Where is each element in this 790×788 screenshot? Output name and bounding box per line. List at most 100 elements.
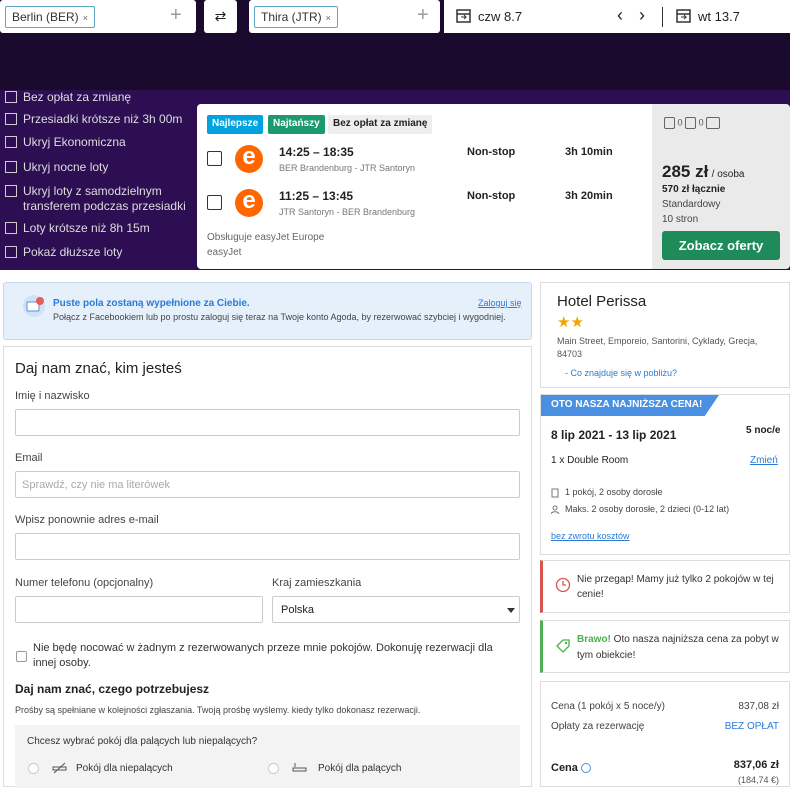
smoking-icon: [292, 763, 307, 772]
remove-origin-icon[interactable]: ×: [83, 13, 88, 23]
lowest-price-text: Brawo! Oto nasza najniższa cena za pobyt…: [577, 634, 779, 661]
flight-result-card[interactable]: Najlepsze Najtańszy Bez opłat za zmianę …: [197, 104, 652, 269]
smoking-radio[interactable]: [268, 763, 279, 774]
email-input[interactable]: Sprawdź, czy nie ma literówek: [15, 471, 520, 498]
remove-destination-icon[interactable]: ×: [326, 13, 331, 23]
fare-class: Standardowy: [662, 199, 721, 210]
baggage-info: 0 0: [664, 117, 721, 129]
filter-checkbox[interactable]: [5, 113, 17, 125]
outbound-duration: 3h 10min: [565, 146, 613, 158]
price-amount: 285 zł: [662, 162, 709, 181]
nearby-link[interactable]: - Co znajduje się w pobliżu?: [565, 368, 677, 378]
origin-field[interactable]: Berlin (BER) × +: [0, 0, 196, 33]
add-destination-icon[interactable]: +: [417, 4, 429, 27]
max-occupancy: Maks. 2 osoby dorosłe, 2 dzieci (0-12 la…: [565, 504, 730, 514]
destination-chip[interactable]: Thira (JTR) ×: [254, 6, 338, 28]
stay-dates: 8 lip 2021 - 13 lip 2021: [551, 428, 677, 442]
needs-text: Prośby są spełniane w kolejności zgłasza…: [15, 705, 421, 715]
room-price-label: Cena (1 pokój x 5 noce/y): [551, 701, 665, 712]
badge-no-fee: Bez opłat za zmianę: [328, 115, 433, 134]
outbound-time: 14:25 – 18:35: [279, 145, 354, 159]
destination-text: Thira (JTR): [261, 10, 322, 24]
return-date[interactable]: wt 13.7: [698, 9, 740, 24]
filter-no-change-fee[interactable]: Bez opłat za zmianę: [5, 90, 131, 105]
price-line: 285 zł / osoba: [662, 162, 744, 182]
easyjet-logo: e: [235, 189, 263, 217]
ribbon-text: OTO NASZA NAJNIŻSZA CENA!: [551, 399, 703, 410]
return-duration: 3h 20min: [565, 190, 613, 202]
filter-checkbox[interactable]: [5, 136, 17, 148]
no-stay-checkbox[interactable]: [16, 651, 27, 662]
room-icon: [551, 488, 559, 498]
destination-field[interactable]: Thira (JTR) × +: [249, 0, 440, 33]
country-select[interactable]: Polska: [272, 596, 520, 623]
price-per-person: / osoba: [711, 169, 745, 180]
phone-input[interactable]: [15, 596, 263, 623]
operated-by: Obsługuje easyJet Europe: [207, 232, 325, 243]
filter-short-flights[interactable]: Loty krótsze niż 8h 15m: [5, 221, 150, 236]
no-stay-label: Nie będę nocować w żadnym z rezerwowanyc…: [33, 642, 493, 669]
refund-policy-link[interactable]: bez zwrotu kosztów: [551, 531, 630, 541]
select-outbound-checkbox[interactable]: [207, 151, 222, 166]
chevron-down-icon: [507, 608, 515, 613]
login-link[interactable]: Zaloguj się: [478, 298, 522, 308]
price-panel: 0 0 285 zł / osoba 570 zł łącznie Standa…: [652, 104, 790, 269]
calendar-icon: [456, 9, 471, 23]
total-eur: (184,74 €): [737, 775, 779, 785]
prev-date-icon[interactable]: ‹: [617, 5, 623, 26]
email-label: Email: [15, 452, 43, 464]
outbound-stops: Non-stop: [467, 146, 516, 158]
outbound-route: BER Brandenburg - JTR Santoryn: [279, 163, 416, 173]
filter-checkbox[interactable]: [5, 91, 17, 103]
country-value: Polska: [281, 604, 315, 616]
filter-self-transfer[interactable]: Ukryj loty z samodzielnym transferem pod…: [5, 184, 193, 214]
nonsmoking-radio[interactable]: [28, 763, 39, 774]
email-confirm-label: Wpisz ponownie adres e-mail: [15, 514, 159, 526]
price-tag-icon: [556, 639, 570, 653]
view-offers-button[interactable]: Zobacz oferty: [662, 231, 780, 260]
smoking-question: Chcesz wybrać pokój dla palących lub nie…: [27, 736, 258, 747]
room-type: 1 x Double Room: [551, 455, 629, 466]
email-confirm-input[interactable]: [15, 533, 520, 560]
swap-button[interactable]: ⇄: [204, 0, 237, 33]
badge-cheapest: Najtańszy: [268, 115, 325, 134]
star-rating-icon: ★★: [557, 314, 584, 331]
urgency-alert: Nie przegap! Mamy już tylko 2 pokojów w …: [540, 560, 790, 613]
next-date-icon[interactable]: ›: [639, 5, 645, 26]
badge-best: Najlepsze: [207, 115, 264, 134]
filter-short-layover[interactable]: Przesiadki krótsze niż 3h 00m: [5, 112, 182, 127]
airline-name: easyJet: [207, 247, 242, 258]
name-label: Imię i nazwisko: [15, 390, 90, 402]
seat-icon: [706, 117, 721, 129]
origin-chip[interactable]: Berlin (BER) ×: [5, 6, 95, 28]
filter-hide-economy[interactable]: Ukryj Ekonomiczna: [5, 135, 126, 150]
booking-fee-value: BEZ OPŁAT: [724, 721, 779, 732]
filter-checkbox[interactable]: [5, 246, 17, 258]
cost-breakdown: Cena (1 pokój x 5 noce/y) 837,08 zł Opła…: [540, 681, 790, 787]
return-route: JTR Santoryn - BER Brandenburg: [279, 207, 416, 217]
date-field[interactable]: czw 8.7 ‹ › wt 13.7: [444, 0, 790, 33]
booking-summary: OTO NASZA NAJNIŻSZA CENA! 8 lip 2021 - 1…: [540, 394, 790, 555]
booking-fee-label: Opłaty za rezerwację: [551, 721, 645, 732]
calendar-return-icon: [676, 9, 691, 23]
login-info-box: Puste pola zostaną wypełnione za Ciebie.…: [3, 282, 532, 340]
guest-details-form: Daj nam znać, kim jesteś Imię i nazwisko…: [3, 346, 532, 788]
room-price-value: 837,08 zł: [738, 701, 779, 712]
hotel-address: Main Street, Emporeio, Santorini, Cyklad…: [557, 336, 758, 359]
depart-date[interactable]: czw 8.7: [478, 9, 522, 24]
info-icon: [580, 763, 591, 774]
easyjet-logo: e: [235, 145, 263, 173]
country-label: Kraj zamieszkania: [272, 577, 362, 589]
filter-checkbox[interactable]: [5, 222, 17, 234]
filter-checkbox[interactable]: [5, 185, 17, 197]
select-return-checkbox[interactable]: [207, 195, 222, 210]
phone-label: Numer telefonu (opcjonalny): [15, 577, 154, 589]
add-origin-icon[interactable]: +: [170, 4, 182, 27]
change-room-link[interactable]: Zmień: [750, 455, 778, 466]
clock-icon: [555, 577, 571, 593]
filter-longer-flights[interactable]: Pokaż dłuższe loty: [5, 245, 122, 260]
name-input[interactable]: [15, 409, 520, 436]
hotel-name: Hotel Perissa: [557, 293, 647, 310]
filter-hide-night[interactable]: Ukryj nocne loty: [5, 160, 108, 175]
filter-checkbox[interactable]: [5, 161, 17, 173]
